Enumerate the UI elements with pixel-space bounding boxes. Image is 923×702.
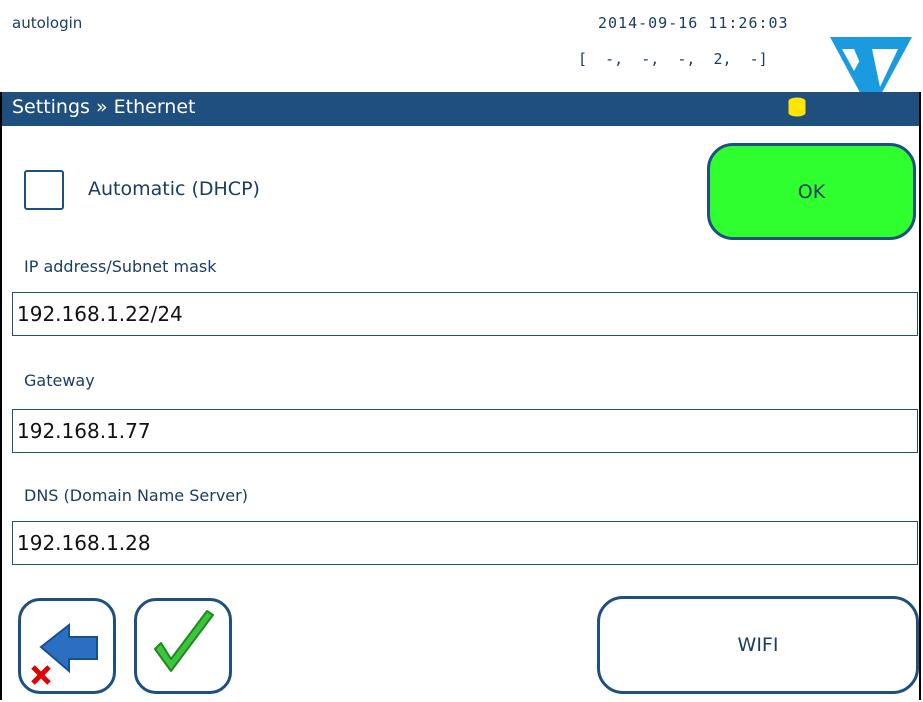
back-cancel-button[interactable] (18, 598, 116, 694)
datetime: 2014-09-16 11:26:03 (598, 14, 789, 32)
ok-button-label: OK (797, 180, 826, 203)
database-icon (787, 96, 807, 118)
ok-button[interactable]: OK (707, 143, 916, 240)
ip-label: IP address/Subnet mask (24, 257, 217, 276)
title-bar: Settings » Ethernet (2, 92, 919, 126)
status-indicator: [ -, -, -, 2, -] (578, 50, 768, 68)
header-bar: autologin 2014-09-16 11:26:03 [ -, -, -,… (0, 0, 923, 92)
gateway-label: Gateway (24, 371, 95, 390)
wifi-button[interactable]: WIFI (597, 596, 919, 694)
checkmark-icon (154, 610, 214, 672)
dns-input[interactable]: 192.168.1.28 (12, 521, 918, 565)
confirm-button[interactable] (134, 598, 232, 694)
dhcp-checkbox[interactable] (24, 170, 64, 210)
dhcp-label: Automatic (DHCP) (88, 178, 260, 200)
wifi-button-label: WIFI (737, 634, 779, 656)
dns-label: DNS (Domain Name Server) (24, 486, 248, 505)
user-name: autologin (12, 14, 83, 32)
page-title: Settings » Ethernet (12, 96, 196, 118)
gateway-input[interactable]: 192.168.1.77 (12, 409, 918, 453)
ip-input[interactable]: 192.168.1.22/24 (12, 292, 918, 336)
back-arrow-cancel-icon (31, 622, 98, 685)
